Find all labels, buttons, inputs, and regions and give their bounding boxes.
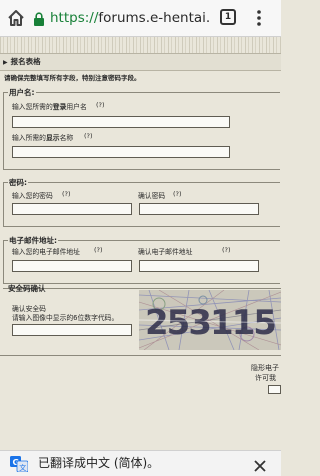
decorative-noise-strip (0, 37, 281, 53)
display-label-suffix: 名称 (59, 134, 74, 142)
confirm-password-label: 确认密码 (138, 192, 166, 200)
display-label-bold: 显示 (45, 134, 60, 142)
browser-toolbar: https://forums.e-hentai.org/ir 1 (0, 0, 281, 37)
login-label-bold: 登录 (52, 103, 67, 111)
captcha-image: 253115 (139, 290, 281, 350)
svg-text:文: 文 (19, 463, 26, 472)
email-label: 输入您的电子邮件地址 (12, 248, 80, 256)
security-legend: 安全码确认 (8, 284, 46, 293)
translate-message: 已翻译成中文 (简体)。 (38, 456, 160, 470)
overflow-menu-icon[interactable] (256, 9, 262, 27)
display-name-input[interactable] (12, 146, 230, 158)
url-scheme: https:// (50, 10, 99, 26)
login-name-help-link[interactable]: (?) (96, 101, 105, 109)
side-text-2: 许可我 (255, 374, 276, 382)
login-label-prefix: 输入您所需的 (12, 103, 53, 111)
address-bar[interactable]: https://forums.e-hentai.org/ir (50, 9, 210, 27)
login-name-label: 输入您所需的登录用户名 (12, 101, 87, 111)
display-label-prefix: 输入所需的 (12, 134, 46, 142)
side-checkbox[interactable] (268, 385, 281, 394)
confirm-password-help-link[interactable]: (?) (173, 190, 182, 198)
security-instruction: 请输入图像中显示的6位数字代码。 (12, 314, 119, 322)
login-name-input[interactable] (12, 116, 230, 128)
confirm-email-label: 确认电子邮件地址 (138, 248, 193, 256)
password-input[interactable] (12, 203, 132, 215)
email-input[interactable] (12, 260, 132, 272)
translate-icon: G文 (10, 456, 29, 473)
tab-switcher-button[interactable]: 1 (220, 9, 236, 25)
username-legend: 用户名: (8, 87, 36, 98)
home-icon[interactable] (6, 8, 26, 28)
email-help-link[interactable]: (?) (94, 246, 103, 254)
password-label: 输入您的密码 (12, 192, 53, 200)
password-legend: 密码: (8, 177, 28, 188)
login-label-suffix: 用户名 (66, 103, 87, 111)
captcha-input[interactable] (12, 324, 132, 336)
side-text-1: 隐形电子 (251, 364, 279, 372)
url-host: forums.e-hentai.org/ir (98, 10, 210, 26)
close-icon[interactable] (254, 457, 266, 472)
section-divider (0, 355, 281, 356)
email-legend: 电子邮件地址: (8, 235, 58, 246)
lock-icon (33, 11, 45, 26)
section-title: 报名表格 (10, 57, 41, 66)
confirm-password-input[interactable] (139, 203, 259, 215)
display-name-label: 输入所需的显示名称 (12, 132, 73, 142)
confirm-email-help-link[interactable]: (?) (222, 246, 231, 254)
triangle-icon: ▶ (3, 59, 8, 66)
form-hint: 请确保完整填写所有字段，特别注意密码字段。 (4, 74, 141, 82)
password-help-link[interactable]: (?) (62, 190, 71, 198)
page-content: ▶ 报名表格 请确保完整填写所有字段，特别注意密码字段。 用户名: 输入您所需的登… (0, 37, 281, 430)
section-header: ▶ 报名表格 (0, 53, 281, 71)
translate-bar: G文 已翻译成中文 (简体)。 (0, 450, 281, 476)
confirm-email-input[interactable] (139, 260, 259, 272)
display-name-help-link[interactable]: (?) (84, 132, 93, 140)
